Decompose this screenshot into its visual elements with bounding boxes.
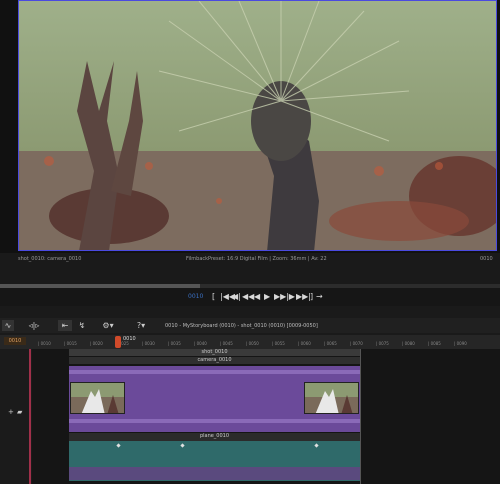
start-frame-field[interactable]: 0010: [4, 337, 26, 345]
clip-thumbnail-start: [70, 382, 125, 414]
ruler-tick-label: | 0060: [298, 341, 311, 346]
gear-icon[interactable]: ⚙▾: [98, 320, 118, 331]
shot-track-label[interactable]: shot_0010: [69, 349, 360, 356]
playhead-frame-label: 0010: [123, 336, 136, 342]
viewer-shot-camera-info: shot_0010: camera_0010: [18, 256, 82, 262]
ruler-tick-label: | 0015: [64, 341, 77, 346]
grass-tree-photo: [19, 1, 496, 250]
playhead-handle[interactable]: [115, 336, 121, 348]
plane-track-label[interactable]: plane_0010: [69, 433, 360, 441]
set-out-button[interactable]: ]: [310, 292, 313, 301]
snap-icon[interactable]: ↯: [76, 320, 88, 331]
go-to-end-button[interactable]: ▶▶|: [296, 292, 311, 301]
out-marker-line: [360, 349, 361, 484]
camera-clip-stripe-top: [69, 370, 360, 374]
thumbnail-image: [71, 383, 124, 413]
camera-track-label[interactable]: camera_0010: [69, 357, 360, 364]
viewer-frame-image: [18, 0, 497, 251]
track-header: [0, 349, 32, 484]
viewer-filmback-info: FilmbackPreset: 16:9 Digital Film | Zoom…: [186, 256, 327, 262]
loop-button[interactable]: →: [316, 292, 323, 301]
ruler-tick-label: | 0075: [376, 341, 389, 346]
ruler-tick-label: | 0035: [168, 341, 181, 346]
set-in-button[interactable]: [: [212, 292, 215, 301]
camera-clip-stripe-bottom: [69, 419, 360, 423]
camera-icon: ▰: [17, 408, 23, 416]
sequence-title: 0010 - MyStoryboard (0010) - shot_0010 (…: [165, 323, 318, 329]
ruler-tick-label: | 0055: [272, 341, 285, 346]
wave-icon[interactable]: ∿: [2, 320, 14, 331]
clip-thumbnail-end: [304, 382, 359, 414]
current-frame-label: 0010: [188, 293, 204, 300]
thumbnail-image-end: [305, 383, 358, 413]
step-back-button[interactable]: ◀◀: [242, 292, 254, 301]
ruler-tick-label: | 0090: [454, 341, 467, 346]
viewer-frame-info: 0010: [480, 256, 493, 262]
in-marker-line: [29, 349, 31, 484]
play-button[interactable]: ▶: [264, 292, 270, 301]
ruler-tick-label: | 0070: [350, 341, 363, 346]
step-forward-button[interactable]: ▶▶: [274, 292, 286, 301]
play-reverse-button[interactable]: ◀: [254, 292, 260, 301]
ruler-tick-label: | 0020: [90, 341, 103, 346]
ruler-tick-label: | 0030: [142, 341, 155, 346]
select-icon[interactable]: ⇤: [58, 320, 72, 331]
ruler-tick-label: | 0050: [246, 341, 259, 346]
ruler-tick-label: | 0085: [428, 341, 441, 346]
ruler-tick-label: | 0045: [220, 341, 233, 346]
next-key-button[interactable]: |▶: [286, 292, 295, 301]
ruler-tick-label: | 0040: [194, 341, 207, 346]
ruler-tick-label: | 0010: [38, 341, 51, 346]
help-icon[interactable]: ?▾: [132, 320, 150, 331]
prev-key-button[interactable]: ◀|: [232, 292, 241, 301]
ruler-tick-label: | 0065: [324, 341, 337, 346]
ruler-tick-label: | 0080: [402, 341, 415, 346]
trim-icon[interactable]: ◃|▹: [22, 320, 46, 331]
add-track-icon[interactable]: +: [8, 408, 14, 416]
plane-clip-stripe: [69, 467, 360, 480]
